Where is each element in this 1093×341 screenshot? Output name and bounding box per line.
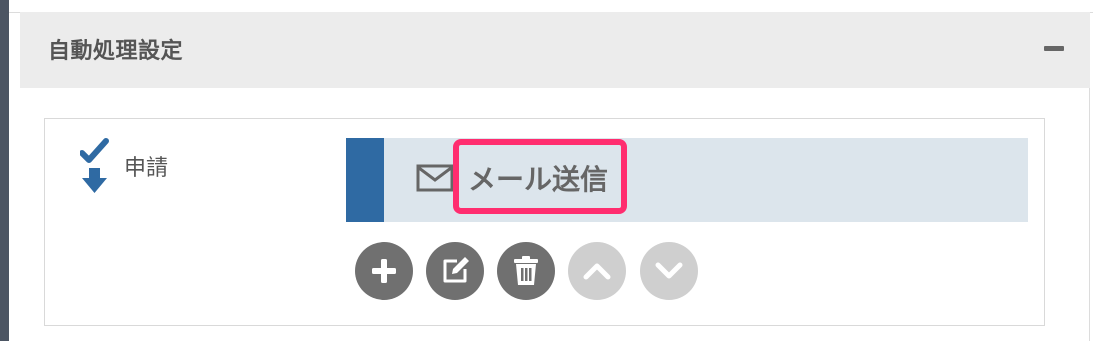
minus-icon[interactable] <box>1044 46 1064 51</box>
edit-button[interactable] <box>426 242 484 300</box>
action-card-stripe <box>346 138 384 222</box>
panel-title: 自動処理設定 <box>48 39 184 64</box>
chevron-up-icon <box>583 263 611 280</box>
action-label[interactable]: メール送信 <box>468 158 608 198</box>
add-button[interactable] <box>355 242 413 300</box>
step-label: 申請 <box>124 156 169 181</box>
move-down-button[interactable] <box>640 242 698 300</box>
left-border-bar <box>0 0 9 341</box>
chevron-down-icon <box>655 262 683 279</box>
move-up-button[interactable] <box>568 242 626 300</box>
trash-icon <box>514 256 538 285</box>
delete-button[interactable] <box>497 242 555 300</box>
panel-right-border <box>1089 88 1090 341</box>
plus-icon <box>372 259 396 283</box>
panel-header[interactable]: 自動処理設定 <box>20 12 1090 88</box>
check-arrow-down-icon <box>80 138 109 193</box>
edit-icon <box>443 257 469 283</box>
envelope-icon <box>416 164 454 192</box>
